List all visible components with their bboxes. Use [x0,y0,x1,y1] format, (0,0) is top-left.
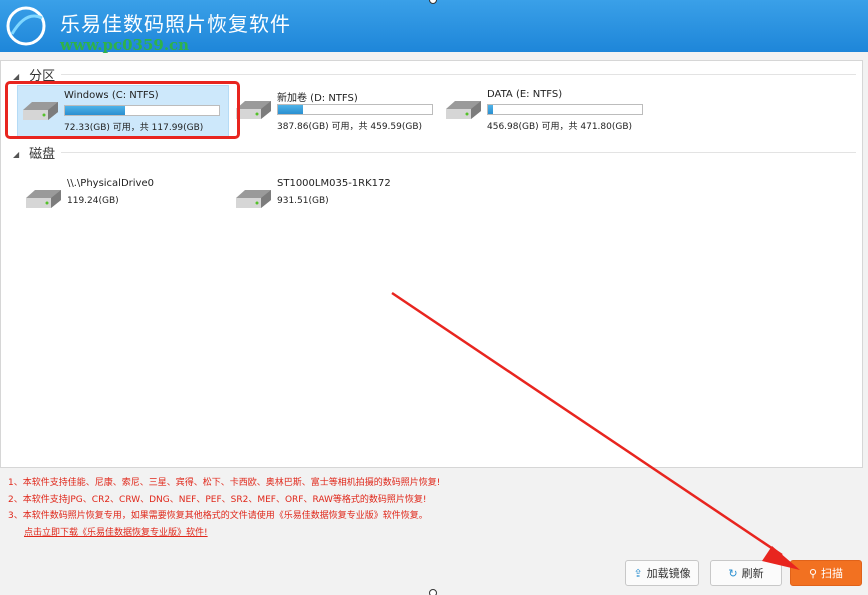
drive-item-e[interactable]: DATA (E: NTFS) 456.98(GB) 可用，共 471.80(GB… [441,85,661,137]
disk-item-st1000lm035[interactable]: ST1000LM035-1RK172 931.51(GB) [231,174,451,226]
close-button[interactable]: ✕ [832,0,848,4]
hard-drive-icon [446,101,481,119]
close-icon: ✕ [835,0,845,2]
watermark-text: www.pc0359.cn [60,36,190,54]
mount-image-button[interactable]: ⇪ 加载镜像 [625,560,699,586]
hard-drive-icon [236,190,271,208]
refresh-icon: ↻ [728,566,738,580]
refresh-label: 刷新 [741,567,764,580]
mount-image-label: 加载镜像 [646,567,691,580]
hard-drive-icon [26,190,61,208]
upload-icon: ⇪ [633,566,643,580]
usage-bar [277,104,433,115]
collapse-triangle-icon: ◢ [13,150,20,159]
app-logo-icon [6,6,46,46]
note-line: 3、本软件数码照片恢复专用，如果需要恢复其他格式的文件请使用《乐易佳数据恢复专业… [8,511,428,521]
drive-free-space: 387.86(GB) 可用，共 459.59(GB) [277,122,423,132]
annotation-highlight-box [5,81,240,139]
section-divider [61,152,856,153]
search-icon: ⚲ [808,566,818,580]
usage-bar [487,104,643,115]
download-pro-link[interactable]: 点击立即下载《乐易佳数据恢复专业版》软件! [8,525,440,542]
disk-item-physicaldrive0[interactable]: \\.\PhysicalDrive0 119.24(GB) [21,174,241,226]
resize-handle-bottom[interactable] [429,589,437,595]
disk-size: 119.24(GB) [67,196,119,206]
minimize-icon: — [806,0,818,2]
usage-bar-fill [488,105,493,114]
note-line: 1、本软件支持佳能、尼康、索尼、三星、宾得、松下、卡西欧、奥林巴斯、富士等相机拍… [8,478,441,488]
notes-panel: 1、本软件支持佳能、尼康、索尼、三星、宾得、松下、卡西欧、奥林巴斯、富士等相机拍… [8,475,440,541]
drive-free-space: 456.98(GB) 可用，共 471.80(GB) [487,122,633,132]
note-line: 2、本软件支持JPG、CR2、CRW、DNG、NEF、PEF、SR2、MEF、O… [8,494,427,505]
scan-label: 扫描 [821,567,844,580]
drive-item-d[interactable]: 新加卷 (D: NTFS) 387.86(GB) 可用，共 459.59(GB) [231,85,451,137]
disk-section-header[interactable]: ◢ 磁盘 [13,143,55,162]
usage-bar-fill [278,105,303,114]
disk-name: \\.\PhysicalDrive0 [67,178,154,189]
disk-size: 931.51(GB) [277,196,329,206]
refresh-button[interactable]: ↻ 刷新 [710,560,782,586]
minimize-button[interactable]: — [804,0,820,4]
app-title: 乐易佳数码照片恢复软件 [60,12,291,36]
section-divider [61,74,856,75]
disk-heading: 磁盘 [29,147,56,162]
title-bar: 乐易佳数码照片恢复软件 www.pc0359.cn — ✕ [0,0,868,54]
drive-name: DATA (E: NTFS) [487,89,563,100]
collapse-triangle-icon: ◢ [13,72,20,81]
disk-name: ST1000LM035-1RK172 [277,178,391,189]
drive-name: 新加卷 (D: NTFS) [277,93,358,104]
scan-button[interactable]: ⚲ 扫描 [790,560,862,586]
